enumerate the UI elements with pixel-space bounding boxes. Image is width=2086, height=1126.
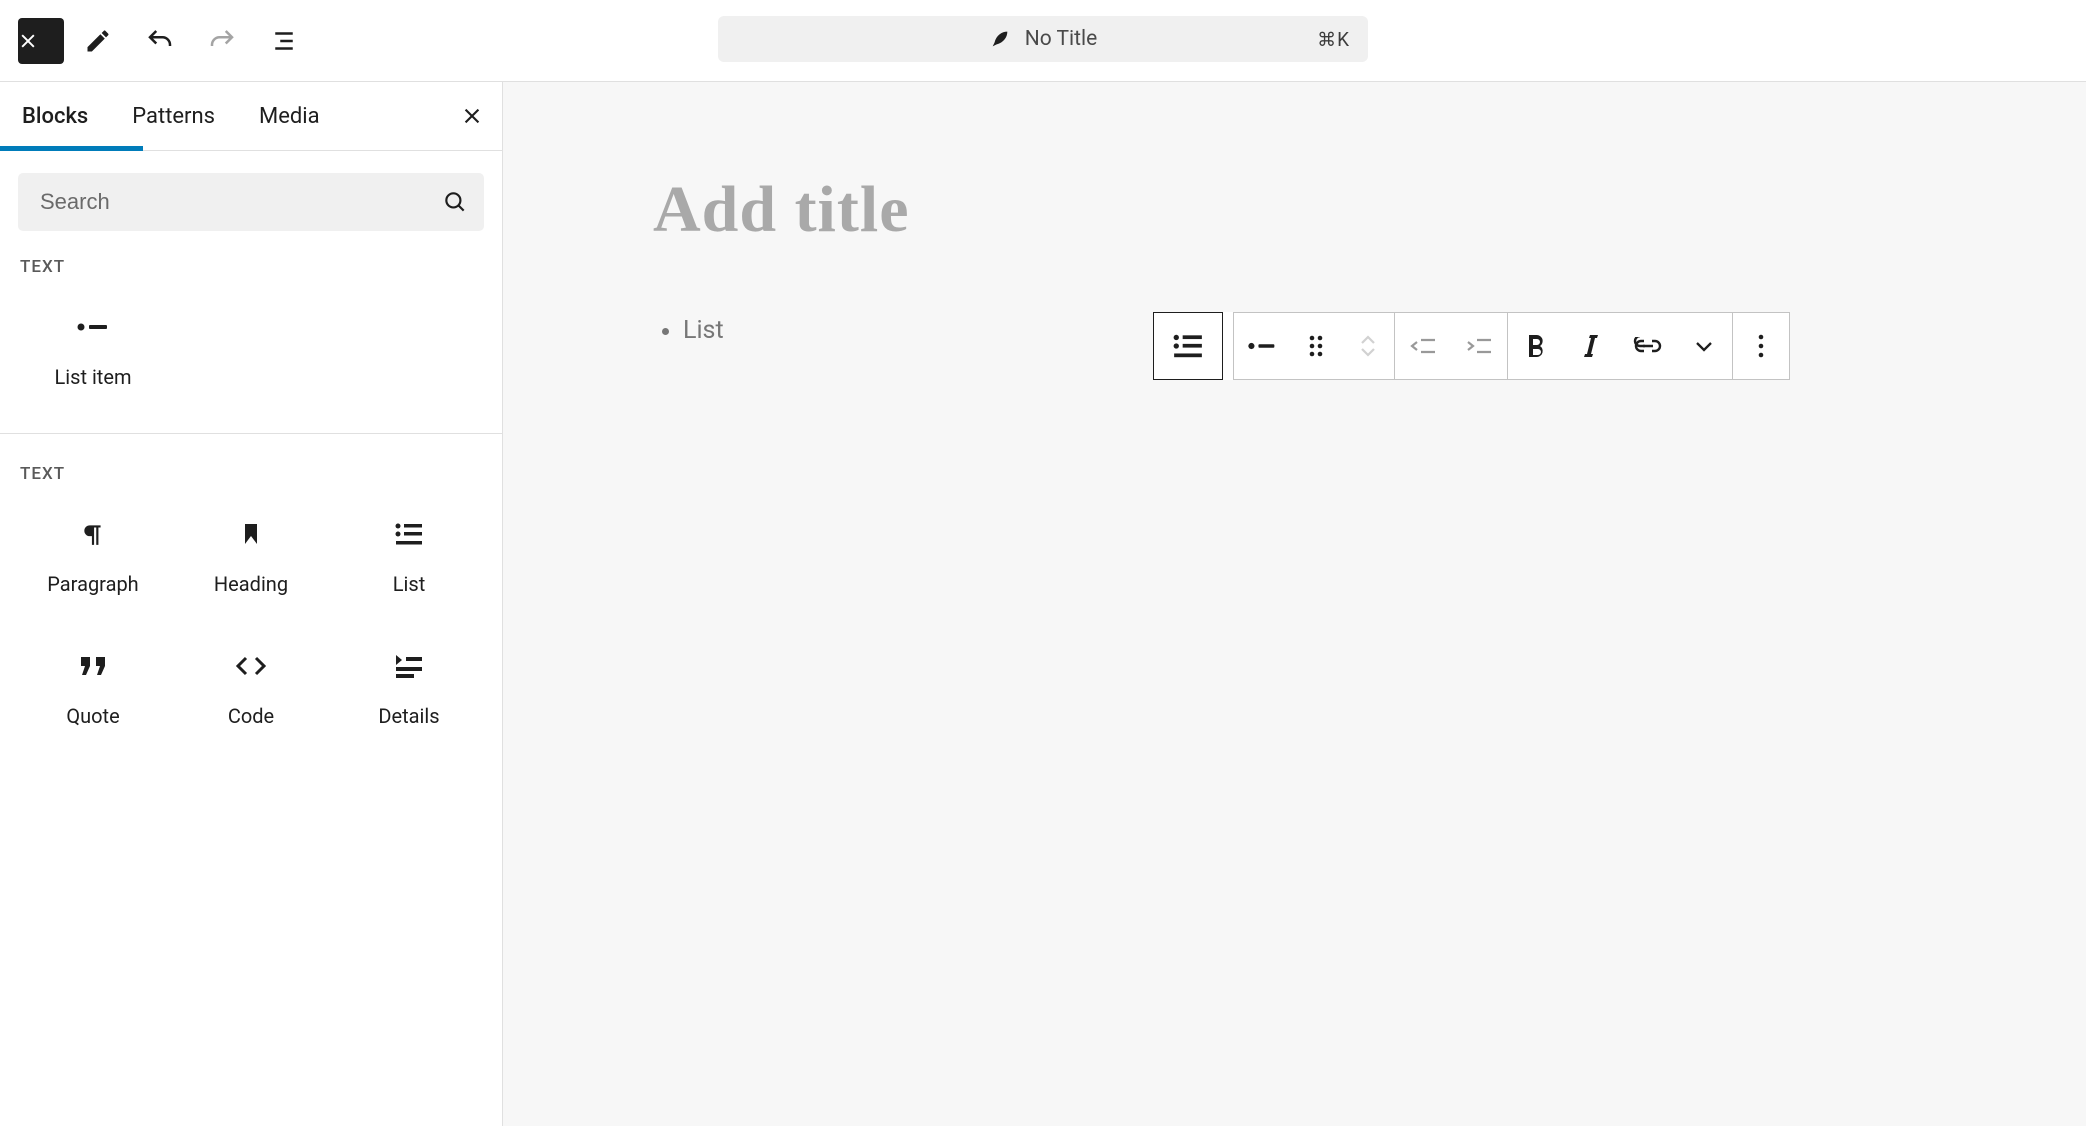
block-list-item[interactable]: List item xyxy=(18,301,168,397)
more-format-button[interactable] xyxy=(1676,313,1732,379)
code-icon xyxy=(233,648,269,684)
more-vertical-icon xyxy=(1757,333,1765,359)
tab-patterns[interactable]: Patterns xyxy=(110,82,237,150)
document-overview-button[interactable] xyxy=(256,13,312,69)
category-label: TEXT xyxy=(20,464,484,484)
divider xyxy=(0,433,502,434)
block-quote[interactable]: Quote xyxy=(18,640,168,736)
paragraph-icon xyxy=(75,516,111,552)
italic-icon xyxy=(1584,333,1600,359)
italic-button[interactable] xyxy=(1564,313,1620,379)
list-item-type-button[interactable] xyxy=(1234,313,1290,379)
list-block-icon xyxy=(1172,332,1204,360)
move-icon xyxy=(1359,334,1377,358)
command-shortcut: ⌘K xyxy=(1317,28,1350,51)
list-item-icon xyxy=(75,309,111,345)
chevron-down-icon xyxy=(1694,339,1714,353)
drag-handle[interactable] xyxy=(1290,313,1342,379)
block-label: Paragraph xyxy=(47,572,138,596)
outdent-icon xyxy=(1409,334,1437,358)
details-icon xyxy=(391,648,427,684)
block-label: Quote xyxy=(66,704,119,728)
block-code[interactable]: Code xyxy=(176,640,326,736)
redo-icon xyxy=(207,26,237,56)
bold-button[interactable] xyxy=(1508,313,1564,379)
block-list[interactable]: List xyxy=(334,508,484,604)
tool-group-options xyxy=(1732,312,1790,380)
list-icon xyxy=(391,516,427,552)
block-options-button[interactable] xyxy=(1733,313,1789,379)
close-icon xyxy=(18,31,38,51)
document: Add title xyxy=(503,82,2086,435)
block-label: List xyxy=(393,572,426,596)
search-wrap xyxy=(18,173,484,231)
feather-icon xyxy=(989,28,1011,50)
tool-group-transform xyxy=(1233,312,1395,380)
block-grid: Paragraph Heading List xyxy=(18,508,484,736)
edit-button[interactable] xyxy=(70,13,126,69)
tab-media[interactable]: Media xyxy=(237,82,342,150)
block-label: Details xyxy=(378,704,439,728)
category-label: TEXT xyxy=(20,257,484,277)
block-label: List item xyxy=(54,365,131,389)
block-label: Heading xyxy=(214,572,288,596)
redo-button[interactable] xyxy=(194,13,250,69)
list-view-icon xyxy=(269,26,299,56)
link-button[interactable] xyxy=(1620,313,1676,379)
post-title-input[interactable]: Add title xyxy=(653,172,1936,248)
close-panel-button[interactable] xyxy=(442,82,502,150)
tab-blocks[interactable]: Blocks xyxy=(0,82,110,150)
undo-icon xyxy=(145,26,175,56)
outdent-button[interactable] xyxy=(1395,313,1451,379)
tool-group-parent xyxy=(1153,312,1223,380)
select-list-block-button[interactable] xyxy=(1154,313,1222,379)
heading-icon xyxy=(233,516,269,552)
link-icon xyxy=(1633,337,1663,355)
block-heading[interactable]: Heading xyxy=(176,508,326,604)
search-input[interactable] xyxy=(18,173,484,231)
move-handle[interactable] xyxy=(1342,313,1394,379)
block-label: Code xyxy=(228,704,274,728)
inserter-scroll: TEXT List item TEXT Paragraph xyxy=(0,151,502,766)
close-button[interactable] xyxy=(18,18,64,64)
inserter-tabs: Blocks Patterns Media xyxy=(0,82,502,151)
document-title: No Title xyxy=(1025,27,1098,51)
block-inserter-panel: Blocks Patterns Media TEXT xyxy=(0,82,503,1126)
block-details[interactable]: Details xyxy=(334,640,484,736)
indent-icon xyxy=(1465,334,1493,358)
block-toolbar xyxy=(1153,312,1790,380)
editor-canvas[interactable]: Add title xyxy=(503,82,2086,1126)
undo-button[interactable] xyxy=(132,13,188,69)
bold-icon xyxy=(1525,333,1547,359)
drag-icon xyxy=(1307,333,1325,359)
workspace: Blocks Patterns Media TEXT xyxy=(0,82,2086,1126)
search-icon xyxy=(442,189,468,215)
pencil-icon xyxy=(84,27,112,55)
tool-group-indent xyxy=(1394,312,1508,380)
list-item-icon xyxy=(1247,337,1277,355)
block-grid: List item xyxy=(18,301,484,397)
quote-icon xyxy=(75,648,111,684)
block-paragraph[interactable]: Paragraph xyxy=(18,508,168,604)
indent-button[interactable] xyxy=(1451,313,1507,379)
top-toolbar: No Title ⌘K xyxy=(0,0,2086,82)
document-title-bar[interactable]: No Title ⌘K xyxy=(718,16,1368,62)
tool-group-format xyxy=(1507,312,1733,380)
close-icon xyxy=(461,105,483,127)
